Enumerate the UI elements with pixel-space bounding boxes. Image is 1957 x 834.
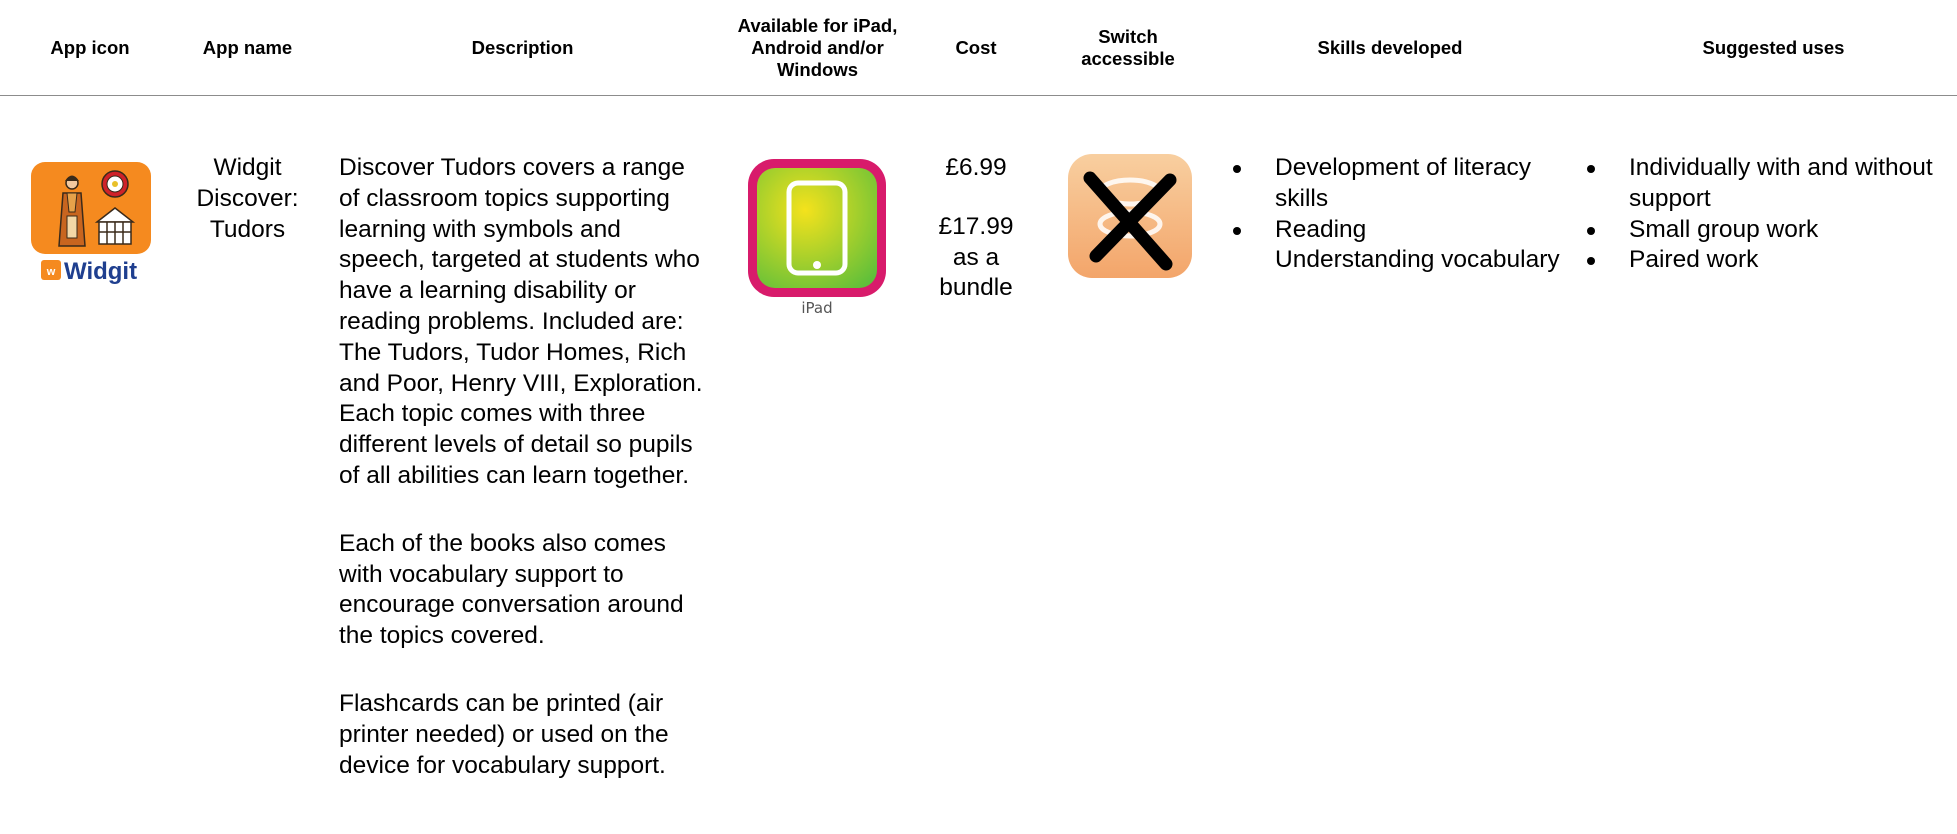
widgit-tudors-app-icon: w Widgit (31, 162, 151, 285)
cost-single: £6.99 (945, 154, 1007, 181)
header-skills: Skills developed (1317, 36, 1463, 58)
header-cost: Cost (955, 36, 997, 58)
description-paragraph: Discover Tudors covers a range of classr… (339, 154, 703, 489)
cost-cell: £6.99 £17.99 as a bundle (915, 153, 1037, 304)
skills-cell: Development of literacy skills Reading U… (1228, 153, 1568, 276)
uses-list-item: Individually with and without support (1582, 153, 1952, 215)
header-app-icon: App icon (50, 36, 130, 58)
description-paragraph: Flashcards can be printed (air printer n… (339, 689, 669, 779)
description-cell: Discover Tudors covers a range of classr… (339, 153, 709, 818)
platform-label: iPad (801, 299, 833, 317)
header-app-name: App name (202, 36, 293, 58)
ipad-icon (748, 159, 886, 297)
cost-bundle-price: £17.99 (938, 212, 1014, 240)
skills-list-item: Understanding vocabulary (1275, 246, 1560, 274)
uses-list-item: Small group work (1582, 215, 1952, 246)
cost-bundle-line2: bundle (939, 274, 1013, 302)
platform-cell: iPad (746, 157, 888, 321)
header-suggested-uses: Suggested uses (1702, 36, 1845, 58)
table-header-row: App icon App name Description Available … (0, 0, 1957, 96)
app-icon-cell: w Widgit (29, 160, 153, 285)
uses-cell: Individually with and without support Sm… (1582, 153, 1952, 276)
skills-list-item: Reading (1228, 215, 1568, 246)
switch-accessible-cell (1066, 152, 1194, 280)
header-available: Available for iPad, Android and/or Windo… (737, 14, 898, 80)
cost-bundle-line1: as a (952, 243, 1000, 271)
uses-list-item: Paired work (1582, 245, 1952, 276)
header-switch-accessible: Switch accessible (1081, 25, 1175, 69)
widgit-brand-text: Widgit (64, 258, 137, 285)
skills-list-item: Development of literacy skills (1228, 153, 1568, 215)
header-description: Description (471, 36, 574, 58)
not-switch-accessible-cross-icon (1068, 154, 1192, 278)
app-name: Widgit Discover: Tudors (196, 154, 299, 243)
description-paragraph: Each of the books also comes with vocabu… (339, 529, 684, 650)
svg-text:w: w (46, 266, 56, 278)
